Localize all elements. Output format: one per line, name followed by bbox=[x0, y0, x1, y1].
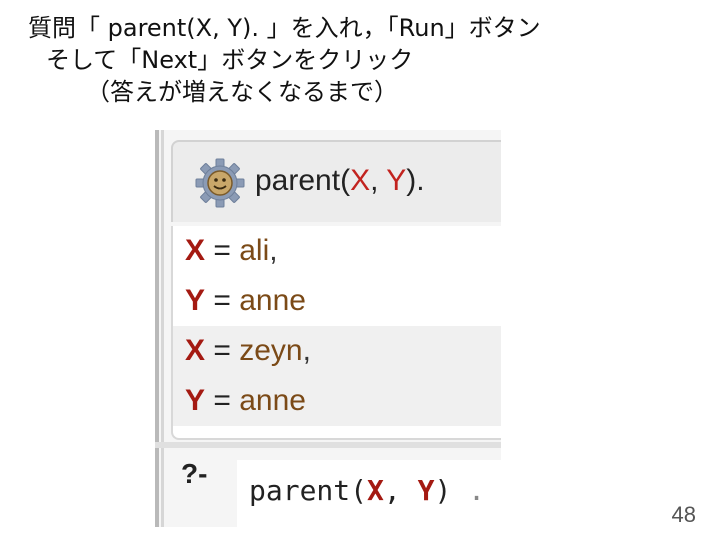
instruction-line-1: 質問「 parent(X, Y). 」を入れ，「Run」ボタン bbox=[28, 14, 541, 42]
answer-var: X bbox=[185, 334, 206, 367]
query-text: parent(X, Y). bbox=[255, 164, 425, 198]
answer-row: X = zeyn, bbox=[173, 326, 501, 376]
answer-value: ali bbox=[239, 234, 270, 267]
query-arg-1: X bbox=[350, 164, 371, 197]
query-separator: , bbox=[370, 164, 387, 197]
instruction-text: 質問「 parent(X, Y). 」を入れ，「Run」ボタン そして「Next… bbox=[28, 12, 541, 108]
instruction-line-2: そして「Next」ボタンをクリック bbox=[46, 46, 414, 74]
answer-eq: = bbox=[205, 284, 240, 317]
answer-trail: , bbox=[269, 234, 278, 267]
answer-eq: = bbox=[205, 234, 240, 267]
input-period: . bbox=[451, 474, 486, 507]
page-number: 48 bbox=[671, 502, 696, 527]
answer-row: Y = anne bbox=[173, 276, 501, 326]
input-open-paren: ( bbox=[350, 474, 368, 507]
panel-divider bbox=[155, 442, 501, 448]
input-predicate: parent bbox=[249, 474, 351, 507]
input-arg-2: Y bbox=[417, 474, 435, 507]
answer-row: X = ali, bbox=[173, 226, 501, 276]
query-arg-2: Y bbox=[386, 164, 407, 197]
answer-var: X bbox=[185, 234, 206, 267]
left-border-inner bbox=[161, 130, 164, 527]
answer-eq: = bbox=[205, 384, 240, 417]
answers-panel: X = ali, Y = anne X = zeyn, Y = anne bbox=[171, 226, 501, 440]
prolog-screenshot: parent(X, Y). X = ali, Y = anne X = zeyn… bbox=[155, 130, 501, 527]
answer-value: anne bbox=[239, 284, 306, 317]
query-input[interactable]: parent(X, Y) . bbox=[237, 460, 501, 527]
query-close: ). bbox=[406, 164, 425, 197]
query-open-paren: ( bbox=[340, 164, 351, 197]
query-panel: parent(X, Y). bbox=[171, 140, 501, 222]
answer-trail: , bbox=[302, 334, 311, 367]
answer-value: anne bbox=[239, 384, 306, 417]
answer-value: zeyn bbox=[239, 334, 303, 367]
answer-row: Y = anne bbox=[173, 376, 501, 426]
query-prompt: ?- bbox=[181, 458, 208, 489]
left-border bbox=[155, 130, 159, 527]
answer-eq: = bbox=[205, 334, 240, 367]
query-input-text[interactable]: parent(X, Y) . bbox=[249, 474, 485, 507]
input-close: ) bbox=[434, 474, 452, 507]
query-predicate: parent bbox=[255, 164, 341, 197]
gear-smiley-icon[interactable] bbox=[195, 158, 245, 208]
instruction-line-3: （答えが増えなくなるまで） bbox=[86, 78, 398, 106]
input-separator: , bbox=[383, 474, 418, 507]
input-arg-1: X bbox=[367, 474, 384, 507]
answer-var: Y bbox=[185, 384, 206, 417]
answer-var: Y bbox=[185, 284, 206, 317]
